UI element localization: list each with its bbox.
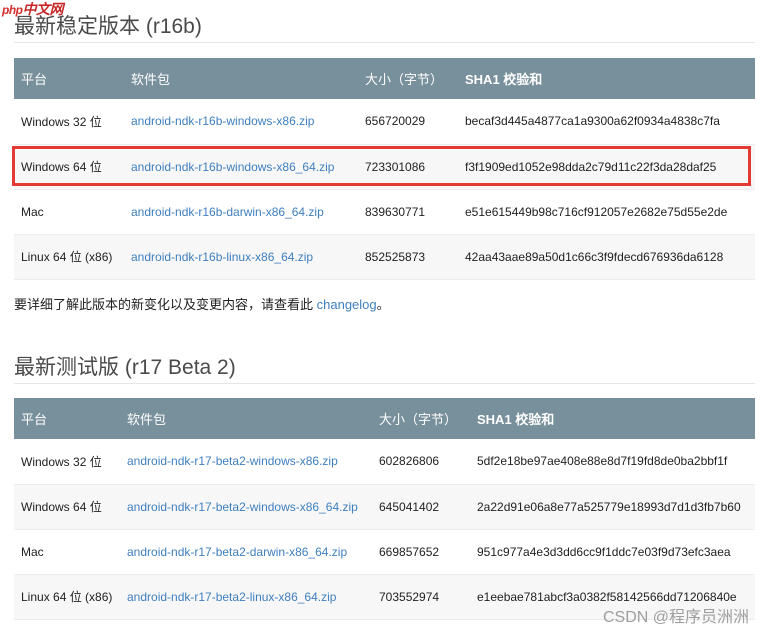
platform-cell: Linux 64 位 (x86) — [21, 250, 113, 264]
table-row: Windows 32 位 android-ndk-r16b-windows-x8… — [14, 99, 755, 144]
size-cell: 656720029 — [365, 114, 426, 129]
size-cell: 852525873 — [365, 249, 426, 264]
package-download-link[interactable]: android-ndk-r17-beta2-windows-x86.zip — [120, 439, 372, 484]
stable-table-header-row: 平台 软件包 大小（字节） SHA1 校验和 — [14, 58, 755, 99]
changelog-link[interactable]: changelog — [317, 297, 377, 312]
table-row: Linux 64 位 (x86) android-ndk-r16b-linux-… — [14, 234, 755, 279]
table-row: Mac android-ndk-r17-beta2-darwin-x86_64.… — [14, 529, 755, 574]
sha1-cell: e51e615449b98c716cf912057e2682e75d55e2de — [465, 204, 728, 219]
size-cell: 645041402 — [379, 499, 440, 514]
table-row: Windows 32 位 android-ndk-r17-beta2-windo… — [14, 439, 755, 484]
sha1-cell: f3f1909ed1052e98dda2c79d11c22f3da28daf25 — [465, 159, 717, 174]
sha1-cell: 2a22d91e06a8e77a525779e18993d7d1d3fb7b60 — [477, 499, 741, 514]
sha1-cell: 951c977a4e3d3dd6cc9f1ddc7e03f9d73efc3aea — [477, 544, 731, 559]
stable-section-title: 最新稳定版本 (r16b) — [14, 15, 202, 38]
size-cell: 839630771 — [365, 204, 426, 219]
stable-header-package: 软件包 — [131, 72, 171, 87]
beta-table-header-row: 平台 软件包 大小（字节） SHA1 校验和 — [14, 398, 755, 439]
platform-cell: Mac — [21, 204, 44, 219]
beta-download-table: 平台 软件包 大小（字节） SHA1 校验和 Windows 32 位 andr… — [14, 398, 755, 620]
stable-header-sha1: SHA1 校验和 — [465, 72, 543, 87]
beta-header-platform: 平台 — [21, 412, 48, 427]
package-download-link[interactable]: android-ndk-r16b-windows-x86.zip — [124, 99, 358, 144]
size-cell: 669857652 — [379, 544, 440, 559]
beta-section-title: 最新测试版 (r17 Beta 2) — [14, 356, 236, 379]
beta-header-package: 软件包 — [127, 412, 167, 427]
platform-cell: Windows 64 位 — [21, 500, 102, 514]
platform-cell: Windows 64 位 — [21, 160, 102, 174]
package-download-link[interactable]: android-ndk-r17-beta2-darwin-x86_64.zip — [120, 529, 372, 574]
sha1-cell: 42aa43aae89a50d1c66c3f9fdecd676936da6128 — [465, 249, 724, 264]
platform-cell: Windows 32 位 — [21, 454, 102, 469]
size-cell: 602826806 — [379, 454, 440, 469]
package-download-link[interactable]: android-ndk-r16b-darwin-x86_64.zip — [124, 189, 358, 234]
changelog-note-suffix: 。 — [376, 297, 390, 312]
stable-header-platform: 平台 — [21, 72, 48, 87]
size-cell: 723301086 — [365, 159, 426, 174]
csdn-watermark: CSDN @程序员洲洲 — [602, 609, 749, 626]
table-row: Windows 64 位 android-ndk-r16b-windows-x8… — [14, 144, 755, 189]
beta-header-size: 大小（字节） — [379, 412, 458, 427]
table-row: Mac android-ndk-r16b-darwin-x86_64.zip 8… — [14, 189, 755, 234]
sha1-cell: 5df2e18be97ae408e88e8d7f19fd8de0ba2bbf1f — [477, 454, 728, 469]
sha1-cell: becaf3d445a4877ca1a9300a62f0934a4838c7fa — [465, 114, 720, 129]
beta-header-sha1: SHA1 校验和 — [477, 412, 555, 427]
changelog-note-text: 要详细了解此版本的新变化以及变更内容，请查看此 — [14, 297, 317, 312]
package-download-link[interactable]: android-ndk-r16b-windows-x86_64.zip — [124, 144, 358, 189]
changelog-note: 要详细了解此版本的新变化以及变更内容，请查看此 changelog。 — [14, 294, 390, 313]
package-download-link[interactable]: android-ndk-r17-beta2-windows-x86_64.zip — [120, 484, 372, 529]
beta-section-divider — [14, 383, 755, 384]
stable-download-table: 平台 软件包 大小（字节） SHA1 校验和 Windows 32 位 andr… — [14, 58, 755, 280]
stable-header-size: 大小（字节） — [365, 72, 444, 87]
package-download-link[interactable]: android-ndk-r16b-linux-x86_64.zip — [124, 234, 358, 279]
package-download-link[interactable]: android-ndk-r17-beta2-linux-x86_64.zip — [120, 574, 372, 619]
platform-cell: Linux 64 位 (x86) — [21, 590, 113, 604]
size-cell: 703552974 — [379, 589, 440, 604]
platform-cell: Mac — [21, 544, 44, 559]
stable-section-divider — [14, 42, 755, 43]
table-row: Windows 64 位 android-ndk-r17-beta2-windo… — [14, 484, 755, 529]
platform-cell: Windows 32 位 — [21, 114, 102, 129]
